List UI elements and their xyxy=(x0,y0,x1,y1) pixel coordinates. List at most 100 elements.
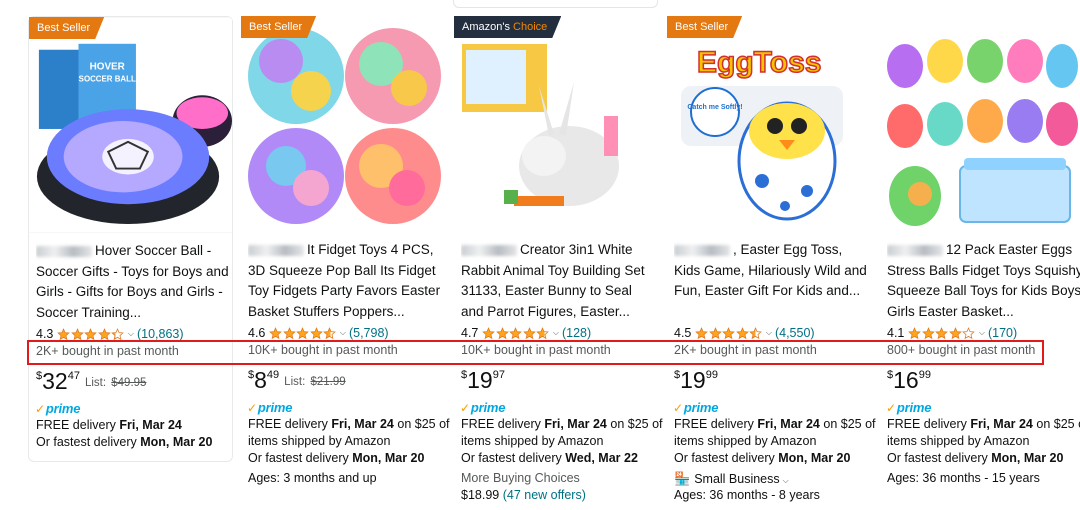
product-title[interactable]: Hover Soccer Ball - Soccer Gifts - Toys … xyxy=(36,241,232,323)
price[interactable]: $ 19 97 xyxy=(461,366,510,394)
prime-badge: ✓prime xyxy=(673,400,719,415)
star-icon xyxy=(98,327,111,340)
best-seller-badge: Best Seller xyxy=(29,17,104,39)
redacted-brand xyxy=(674,244,730,256)
age-range: Ages: 3 months and up xyxy=(248,471,377,485)
product-card[interactable]: EggToss Catch me Softly! Best Seller , Ea… xyxy=(667,16,876,502)
price-fraction: 47 xyxy=(67,370,80,382)
review-count-link[interactable]: (10,863) xyxy=(137,327,184,341)
delivery-line-cont: items shipped by Amazon xyxy=(674,434,817,448)
product-image[interactable] xyxy=(880,16,1080,232)
fastest-delivery: Or fastest delivery Mon, Mar 20 xyxy=(248,451,425,465)
rating-row: 4.7 ⌵ (128) xyxy=(461,325,591,341)
delivery-line: FREE delivery Fri, Mar 24 on $25 of xyxy=(461,417,663,431)
chevron-down-icon[interactable]: ⌵ xyxy=(783,476,789,485)
price-whole: 32 xyxy=(42,368,68,394)
prime-badge: ✓prime xyxy=(35,401,81,416)
price[interactable]: $ 32 47 List: $49.95 xyxy=(36,367,146,395)
star-rating[interactable] xyxy=(908,326,976,340)
review-count-link[interactable]: (4,550) xyxy=(775,326,815,340)
star-icon xyxy=(695,326,709,339)
star-rating[interactable] xyxy=(695,326,763,340)
delivery-line-cont: items shipped by Amazon xyxy=(461,434,604,448)
star-rating[interactable] xyxy=(269,326,337,340)
review-count-link[interactable]: (128) xyxy=(562,326,591,340)
price-whole: 8 xyxy=(254,367,267,393)
star-icon xyxy=(949,326,962,339)
chevron-down-icon[interactable]: ⌵ xyxy=(340,328,346,338)
rating-value: 4.6 xyxy=(248,326,266,340)
price-whole: 16 xyxy=(893,367,919,393)
prime-check-icon: ✓ xyxy=(673,401,683,415)
price[interactable]: $ 8 49 List: $21.99 xyxy=(248,366,346,394)
prime-badge: ✓prime xyxy=(460,400,506,415)
prime-check-icon: ✓ xyxy=(35,402,45,416)
bought-in-past-month: 10K+ bought in past month xyxy=(248,343,398,357)
product-image[interactable] xyxy=(454,16,659,232)
amazons-choice-badge: Amazon's Choice xyxy=(454,16,561,38)
price[interactable]: $ 16 99 xyxy=(887,366,936,394)
price[interactable]: $ 19 99 xyxy=(674,366,723,394)
list-price: List: $21.99 xyxy=(284,376,346,388)
delivery-line: FREE delivery Fri, Mar 24 on $25 of xyxy=(887,417,1080,431)
chevron-down-icon[interactable]: ⌵ xyxy=(979,328,985,338)
star-icon xyxy=(935,326,949,339)
star-icon xyxy=(509,326,523,339)
star-icon xyxy=(283,326,296,339)
star-icon xyxy=(496,326,509,339)
price-fraction: 97 xyxy=(492,369,505,381)
star-icon xyxy=(482,326,496,339)
age-range: Ages: 36 months - 8 years xyxy=(674,488,820,502)
price-whole: 19 xyxy=(680,367,706,393)
svg-text:Catch me Softly!: Catch me Softly! xyxy=(687,104,742,111)
best-seller-badge: Best Seller xyxy=(241,16,316,38)
product-title[interactable]: , Easter Egg Toss, Kids Game, Hilariousl… xyxy=(674,240,870,322)
star-icon xyxy=(749,326,763,339)
svg-text:EggToss: EggToss xyxy=(697,46,821,79)
prime-check-icon: ✓ xyxy=(247,401,257,415)
best-seller-badge: Best Seller xyxy=(667,16,742,38)
delivery-line: FREE delivery Fri, Mar 24 on $25 of xyxy=(674,417,876,431)
star-icon xyxy=(310,326,323,339)
chevron-down-icon[interactable]: ⌵ xyxy=(766,328,772,338)
rating-row: 4.3 ⌵ (10,863) xyxy=(36,326,184,342)
rating-row: 4.5 ⌵ (4,550) xyxy=(674,325,815,341)
star-icon xyxy=(84,327,98,340)
bought-in-past-month: 800+ bought in past month xyxy=(887,343,1036,357)
review-count-link[interactable]: (5,798) xyxy=(349,326,389,340)
star-icon xyxy=(736,326,749,339)
price-whole: 19 xyxy=(467,367,493,393)
delivery-line: FREE delivery Fri, Mar 24 xyxy=(36,418,182,432)
new-offers-link[interactable]: (47 new offers) xyxy=(503,488,586,502)
rating-value: 4.1 xyxy=(887,326,905,340)
price-fraction: 99 xyxy=(705,369,718,381)
chevron-down-icon[interactable]: ⌵ xyxy=(128,329,134,339)
product-card[interactable]: 12 Pack Easter Eggs Stress Balls Fidget … xyxy=(880,16,1080,485)
product-image[interactable] xyxy=(241,16,446,232)
star-rating[interactable] xyxy=(57,327,125,341)
redacted-brand xyxy=(36,245,92,257)
star-icon xyxy=(523,326,536,339)
svg-text:HOVER: HOVER xyxy=(90,62,125,73)
product-card[interactable]: HOVER SOCCER BALL Best Seller Hover Socce… xyxy=(28,16,233,462)
product-image[interactable]: EggToss Catch me Softly! xyxy=(667,16,872,232)
product-title[interactable]: It Fidget Toys 4 PCS, 3D Squeeze Pop Bal… xyxy=(248,240,444,322)
star-icon xyxy=(269,326,283,339)
rating-row: 4.6 ⌵ (5,798) xyxy=(248,325,389,341)
star-icon xyxy=(111,327,125,340)
chevron-down-icon[interactable]: ⌵ xyxy=(553,328,559,338)
product-card[interactable]: Best Seller It Fidget Toys 4 PCS, 3D Sque… xyxy=(241,16,450,485)
product-title[interactable]: Creator 3in1 White Rabbit Animal Toy Bui… xyxy=(461,240,657,322)
prime-check-icon: ✓ xyxy=(460,401,470,415)
product-card[interactable]: Amazon's Choice Creator 3in1 White Rabbit… xyxy=(454,16,663,502)
offers-line[interactable]: $18.99 (47 new offers) xyxy=(461,487,586,504)
previous-row-card-edge xyxy=(453,0,658,8)
star-icon xyxy=(536,326,550,339)
review-count-link[interactable]: (170) xyxy=(988,326,1017,340)
product-image[interactable]: HOVER SOCCER BALL xyxy=(29,17,232,233)
product-title[interactable]: 12 Pack Easter Eggs Stress Balls Fidget … xyxy=(887,240,1080,322)
redacted-brand xyxy=(248,244,304,256)
delivery-line: FREE delivery Fri, Mar 24 on $25 of xyxy=(248,417,450,431)
star-icon xyxy=(722,326,736,339)
star-rating[interactable] xyxy=(482,326,550,340)
